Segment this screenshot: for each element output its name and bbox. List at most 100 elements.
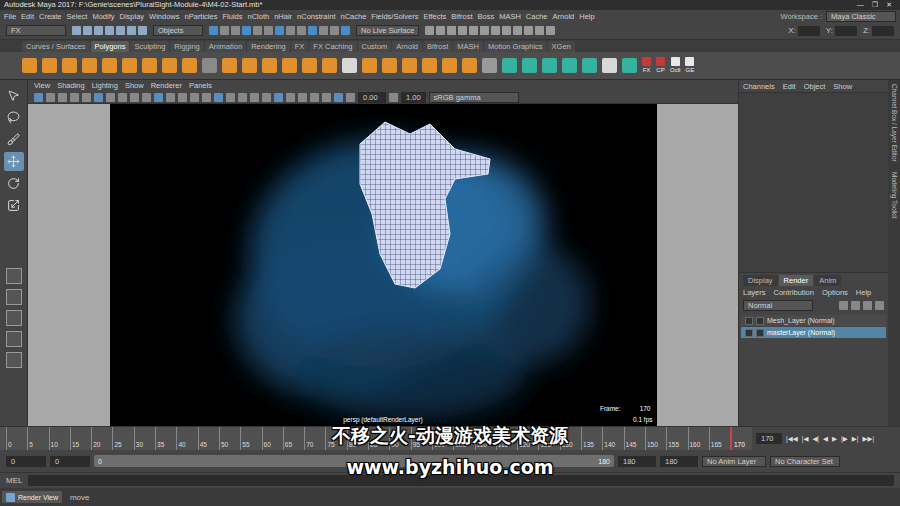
shelf-tool-icon[interactable] (362, 58, 377, 73)
viewport-menu-item[interactable]: Renderer (151, 81, 182, 90)
viewport-icon[interactable] (106, 93, 115, 102)
status-icon[interactable] (72, 26, 81, 35)
shelf-tool-icon[interactable] (622, 58, 637, 73)
viewport-icon[interactable] (310, 93, 319, 102)
layout-button[interactable] (6, 352, 22, 368)
shelf-tool-icon[interactable] (542, 58, 557, 73)
shelf-script-button[interactable]: GE (685, 57, 694, 74)
shelf-tool-icon[interactable] (322, 58, 337, 73)
shelf-tool-icon[interactable] (162, 58, 177, 73)
menu-item[interactable]: Select (67, 12, 88, 21)
snap-icon[interactable] (209, 26, 218, 35)
snap-icon[interactable] (242, 26, 251, 35)
channel-box-menu-item[interactable]: Show (833, 82, 852, 91)
window-control[interactable]: ❐ (872, 0, 878, 10)
shelf-tool-icon[interactable] (402, 58, 417, 73)
viewport-icon[interactable] (214, 93, 223, 102)
menu-item[interactable]: File (4, 12, 16, 21)
viewport-icon[interactable] (154, 93, 163, 102)
menu-item[interactable]: MASH (499, 12, 521, 21)
layout-button[interactable] (6, 289, 22, 305)
shelf-tool-icon[interactable] (602, 58, 617, 73)
layer-row[interactable]: Mesh_Layer (Normal) (741, 315, 886, 326)
exposure-field[interactable]: 0.00 (358, 92, 386, 103)
character-set-dropdown[interactable]: No Character Set (770, 456, 840, 467)
layer-tool-icon[interactable] (851, 301, 860, 310)
viewport-menu-item[interactable]: Lighting (92, 81, 118, 90)
shelf-tool-icon[interactable] (382, 58, 397, 73)
shelf-tab[interactable]: Custom (358, 41, 392, 52)
viewport-icon[interactable] (190, 93, 199, 102)
shelf-tool-icon[interactable] (122, 58, 137, 73)
shelf-tool-icon[interactable] (22, 58, 37, 73)
blend-mode-dropdown[interactable]: Normal (743, 300, 813, 311)
snap-icon[interactable] (275, 26, 284, 35)
shelf-tab[interactable]: Rendering (247, 41, 290, 52)
viewport-icon[interactable] (274, 93, 283, 102)
playback-button[interactable]: ◀| (812, 435, 819, 443)
viewport-icon[interactable] (322, 93, 331, 102)
snap-icon[interactable] (253, 26, 262, 35)
snap-icon[interactable] (330, 26, 339, 35)
shelf-tool-icon[interactable] (142, 58, 157, 73)
shelf-tool-icon[interactable] (182, 58, 197, 73)
layer-editor-tab[interactable]: Anim (814, 275, 841, 286)
shelf-tab[interactable]: Animation (205, 41, 246, 52)
command-input[interactable] (28, 475, 894, 486)
shelf-tool-icon[interactable] (442, 58, 457, 73)
tool-button[interactable] (4, 196, 24, 215)
shelf-tool-icon[interactable] (502, 58, 517, 73)
end-time-field[interactable]: 180 (660, 456, 698, 467)
render-icon[interactable] (502, 26, 511, 35)
render-icon[interactable] (524, 26, 533, 35)
playback-button[interactable]: ◀ (823, 435, 828, 443)
viewport-icon[interactable] (250, 93, 259, 102)
shelf-tab[interactable]: Curves / Surfaces (22, 41, 90, 52)
shelf-tab[interactable]: Sculpting (130, 41, 169, 52)
layer-editor-menu-item[interactable]: Help (856, 288, 871, 297)
menu-item[interactable]: nParticles (185, 12, 218, 21)
status-icon[interactable] (116, 26, 125, 35)
shelf-tool-icon[interactable] (522, 58, 537, 73)
menu-item[interactable]: Fields/Solvers (371, 12, 418, 21)
menu-item[interactable]: Create (39, 12, 62, 21)
playback-button[interactable]: ▶ (832, 435, 837, 443)
current-frame-field[interactable]: 170 (756, 433, 782, 444)
menu-item[interactable]: Boss (478, 12, 495, 21)
menu-item[interactable]: Cache (526, 12, 548, 21)
render-icon[interactable] (458, 26, 467, 35)
render-icon[interactable] (436, 26, 445, 35)
shelf-tool-icon[interactable] (262, 58, 277, 73)
shelf-tool-icon[interactable] (242, 58, 257, 73)
anim-layer-dropdown[interactable]: No Anim Layer (702, 456, 766, 467)
viewport-icon[interactable] (130, 93, 139, 102)
status-icon[interactable] (94, 26, 103, 35)
shelf-tab[interactable]: XGen (548, 41, 575, 52)
shelf-script-button[interactable]: FX (642, 57, 651, 74)
layer-row[interactable]: masterLayer (Normal) (741, 327, 886, 338)
shelf-tab[interactable]: Polygons (91, 41, 130, 52)
viewport-icon[interactable] (202, 93, 211, 102)
viewport-icon[interactable] (262, 93, 271, 102)
visibility-toggle[interactable] (745, 329, 753, 337)
render-icon[interactable] (480, 26, 489, 35)
snap-icon[interactable] (264, 26, 273, 35)
playback-button[interactable]: |◀◀ (786, 435, 798, 443)
shelf-tool-icon[interactable] (82, 58, 97, 73)
shelf-tab[interactable]: FX Caching (309, 41, 356, 52)
gamma-field[interactable]: 1.00 (401, 92, 426, 103)
color-space-dropdown[interactable]: sRGB gamma (429, 92, 519, 103)
tool-button[interactable] (4, 174, 24, 193)
layer-tool-icon[interactable] (839, 301, 848, 310)
shelf-tool-icon[interactable] (282, 58, 297, 73)
shelf-script-button[interactable]: CP (656, 57, 665, 74)
snap-icon[interactable] (297, 26, 306, 35)
shelf-tool-icon[interactable] (62, 58, 77, 73)
shelf-tool-icon[interactable] (562, 58, 577, 73)
snap-icon[interactable] (231, 26, 240, 35)
tool-button[interactable] (4, 152, 24, 171)
layout-button[interactable] (6, 310, 22, 326)
tool-button[interactable] (4, 108, 24, 127)
range-bar[interactable]: 0180 (94, 455, 614, 467)
viewport-icon[interactable] (346, 93, 355, 102)
